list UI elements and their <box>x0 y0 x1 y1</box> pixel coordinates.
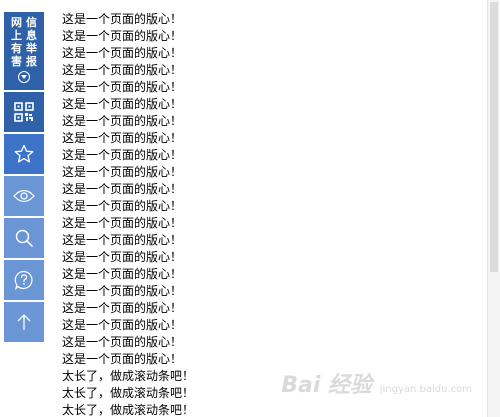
content-line: 这是一个页面的版心！ <box>62 318 183 332</box>
content-line: 这是一个页面的版心！ <box>62 165 183 179</box>
arrow-up-icon <box>17 314 31 330</box>
star-icon <box>14 144 34 163</box>
side-toolbar: 网 上 有 害 信 息 举 报 <box>4 12 44 344</box>
report-char: 息 <box>26 29 37 42</box>
content-line: 这是一个页面的版心！ <box>62 267 183 281</box>
report-char: 害 <box>11 55 22 68</box>
scrollbar-thumb[interactable] <box>490 2 498 272</box>
watermark: Bai 经验 jingyan.baidu.com <box>281 367 472 399</box>
qr-code-button[interactable] <box>4 92 44 132</box>
content-line: 这是一个页面的版心！ <box>62 216 183 230</box>
content-line: 这是一个页面的版心！ <box>62 29 183 43</box>
vertical-scrollbar[interactable] <box>487 0 500 417</box>
view-button[interactable] <box>4 176 44 216</box>
chevron-down-icon <box>18 71 30 83</box>
help-icon <box>14 270 33 290</box>
content-line: 这是一个页面的版心！ <box>62 301 183 315</box>
report-char: 报 <box>26 55 37 68</box>
watermark-text: Bai 经验 <box>281 373 373 398</box>
content-line: 这是一个页面的版心！ <box>62 97 183 111</box>
watermark-sub: jingyan.baidu.com <box>379 384 472 395</box>
content-line: 这是一个页面的版心！ <box>62 250 183 264</box>
eye-icon <box>13 189 35 203</box>
content-line: 这是一个页面的版心！ <box>62 182 183 196</box>
search-button[interactable] <box>4 218 44 258</box>
content-line: 这是一个页面的版心！ <box>62 80 183 94</box>
content-line: 这是一个页面的版心！ <box>62 233 183 247</box>
report-char: 上 <box>11 29 22 42</box>
content-line: 这是一个页面的版心！ <box>62 335 183 349</box>
content-line: 这是一个页面的版心！ <box>62 63 183 77</box>
search-icon <box>15 229 33 247</box>
content-line: 这是一个页面的版心！ <box>62 131 183 145</box>
content-line: 这是一个页面的版心！ <box>62 12 183 26</box>
content-line: 这是一个页面的版心！ <box>62 199 183 213</box>
page: 网 上 有 害 信 息 举 报 这是一个页面的版心！ 这是一个页面的版心！ 这是… <box>0 0 500 417</box>
page-content: 这是一个页面的版心！ 这是一个页面的版心！ 这是一个页面的版心！ 这是一个页面的… <box>62 11 362 417</box>
help-button[interactable] <box>4 260 44 300</box>
back-to-top-button[interactable] <box>4 302 44 342</box>
report-char: 信 <box>26 16 37 29</box>
report-char: 有 <box>11 42 22 55</box>
content-line: 这是一个页面的版心！ <box>62 114 183 128</box>
report-char: 举 <box>26 42 37 55</box>
report-harmful-info-button[interactable]: 网 上 有 害 信 息 举 报 <box>4 12 44 90</box>
content-line: 这是一个页面的版心！ <box>62 148 183 162</box>
qr-code-icon <box>14 102 34 122</box>
content-line: 这是一个页面的版心！ <box>62 46 183 60</box>
content-line: 太长了，做成滚动条吧！ <box>62 403 195 417</box>
report-label: 网 上 有 害 信 息 举 报 <box>10 16 38 68</box>
favorite-button[interactable] <box>4 134 44 174</box>
content-line: 这是一个页面的版心！ <box>62 284 183 298</box>
content-line: 这是一个页面的版心！ <box>62 352 183 366</box>
report-char: 网 <box>11 16 22 29</box>
